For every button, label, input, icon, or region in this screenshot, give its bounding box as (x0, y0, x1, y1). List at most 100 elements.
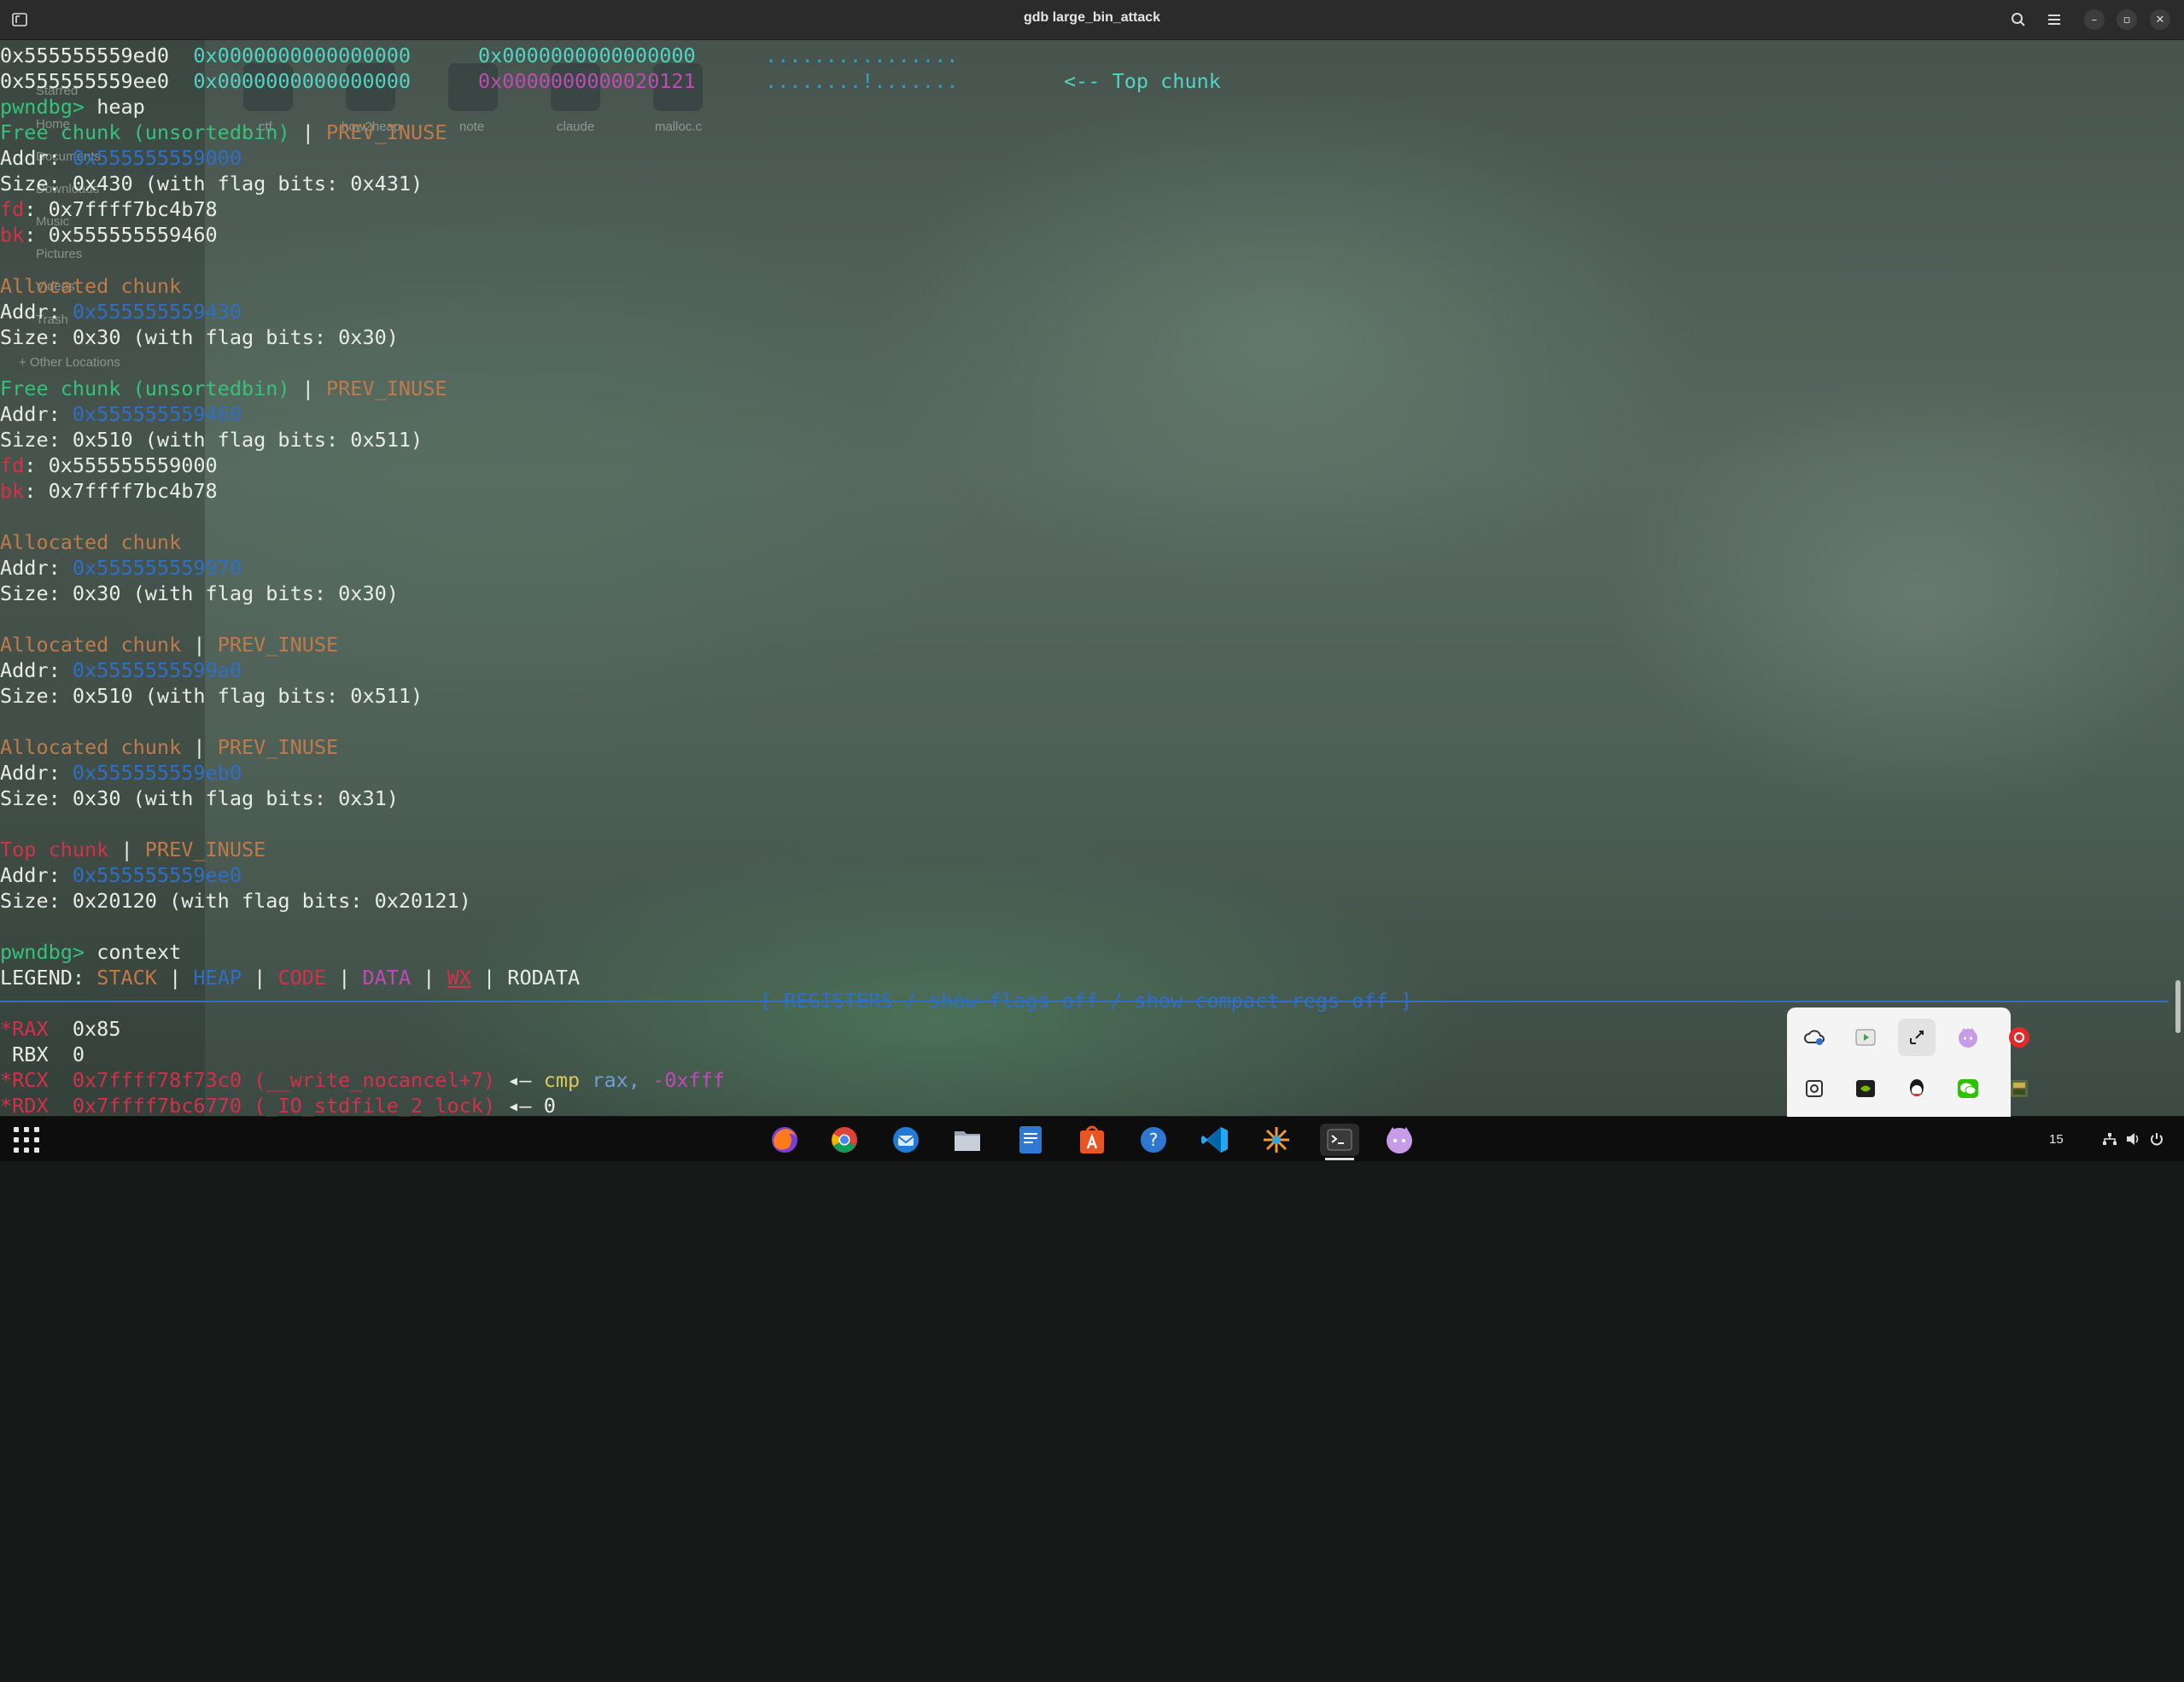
register-name: RBX (0, 1042, 49, 1066)
chunk-header: Allocated chunk (0, 529, 181, 555)
register-operands: rax, (580, 1068, 653, 1092)
svg-text:?: ? (1149, 1130, 1159, 1150)
bk-label: bk (0, 479, 25, 503)
hexdump-ascii: ........!....... (765, 69, 959, 93)
wechat-icon[interactable] (1949, 1070, 1987, 1107)
chunk-header: Free chunk (unsortedbin) | PREV_INUSE (0, 376, 447, 401)
clock-fragment: 15 (2049, 1132, 2064, 1147)
hexdump-address: 0x555555559ed0 (0, 44, 170, 67)
terminal-icon[interactable] (1320, 1124, 1359, 1156)
chunk-kind: Top chunk (0, 838, 109, 861)
nvidia-icon[interactable] (1847, 1070, 1884, 1107)
chunk-header: Free chunk (unsortedbin) | PREV_INUSE (0, 120, 447, 145)
register-value: 0x85 (72, 1017, 121, 1041)
help-icon[interactable]: ? (1137, 1124, 1170, 1156)
chunk-size: 0x20120 (with flag bits: 0x20121) (72, 889, 471, 913)
hexdump-qword: 0x0000000000000000 (193, 44, 412, 67)
prompt-line: pwndbg> context (0, 939, 181, 965)
chunk-addr: 0x5555555599a0 (72, 658, 242, 682)
screenshot-tool-icon[interactable] (1898, 1019, 1936, 1056)
firefox-icon[interactable] (768, 1124, 801, 1156)
hexdump-line: 0x555555559ee0 0x0000000000000000 (0, 68, 411, 94)
close-button[interactable]: ✕ (2150, 9, 2170, 30)
chunk-size-line: Size: 0x20120 (with flag bits: 0x20121) (0, 888, 471, 914)
files-icon[interactable] (951, 1124, 984, 1156)
minimize-button[interactable]: – (2084, 9, 2105, 30)
size-label: Size: (0, 684, 73, 708)
register-symbol: (_IO_stdfile_2_lock) (254, 1094, 496, 1118)
screen-capture-icon[interactable] (1796, 1070, 1833, 1107)
chunk-fd: 0x555555559000 (48, 453, 218, 477)
registers-header: [ REGISTERS / show-flags off / show-comp… (760, 989, 1413, 1013)
network-icon[interactable] (2102, 1132, 2117, 1149)
chunk-header: Allocated chunk | PREV_INUSE (0, 632, 338, 657)
addr-label: Addr: (0, 300, 73, 324)
thunderbird-icon[interactable] (890, 1124, 922, 1156)
media-player-icon[interactable] (1847, 1019, 1884, 1056)
app-store-icon[interactable] (1076, 1124, 1108, 1156)
chunk-size-line: Size: 0x430 (with flag bits: 0x431) (0, 171, 423, 196)
chunk-separator: | (289, 120, 327, 144)
chunk-size: 0x510 (with flag bits: 0x511) (72, 428, 423, 452)
text-editor-icon[interactable] (1014, 1124, 1047, 1156)
register-name: *RCX (0, 1068, 49, 1092)
chunk-addr: 0x555555559430 (72, 300, 242, 324)
app-grid-icon[interactable] (14, 1127, 39, 1153)
search-icon[interactable] (2006, 8, 2030, 32)
chunk-fd-line: fd: 0x555555559000 (0, 453, 218, 477)
chunk-addr-line: Addr: 0x555555559430 (0, 299, 242, 324)
maximize-button[interactable]: ▫ (2117, 9, 2137, 30)
register-arrow: ◂— (507, 1068, 544, 1092)
chunk-addr-line: Addr: 0x555555559ee0 (0, 862, 242, 888)
cloud-sync-icon[interactable] (1796, 1019, 1833, 1056)
monitor-tool-icon[interactable] (2000, 1070, 2038, 1107)
hamburger-menu-icon[interactable] (2042, 8, 2066, 32)
register-operands: 0 (543, 1094, 556, 1118)
chunk-size: 0x30 (with flag bits: 0x30) (72, 325, 399, 349)
chunk-size: 0x30 (with flag bits: 0x30) (72, 581, 399, 605)
register-name: *RDX (0, 1094, 49, 1118)
chunk-bk-line: bk: 0x555555559460 (0, 223, 218, 247)
chunk-addr-line: Addr: 0x555555559460 (0, 401, 242, 427)
chunk-flag: PREV_INUSE (217, 735, 339, 759)
chunk-addr-line: Addr: 0x5555555599a0 (0, 657, 242, 683)
pwndbg-prompt: pwndbg> (0, 95, 85, 119)
terminal-output[interactable]: 0x555555559ed0 0x0000000000000000 0x0000… (0, 43, 2184, 1682)
size-label: Size: (0, 786, 73, 810)
bk-label: bk (0, 223, 25, 247)
netease-music-icon[interactable] (2000, 1019, 2038, 1056)
top-chunk-annotation: <-- Top chunk (1064, 69, 1221, 93)
chunk-kind: Free chunk (unsortedbin) (0, 120, 290, 144)
chunk-separator: | (108, 838, 145, 861)
chunk-bk: 0x555555559460 (48, 223, 218, 247)
power-icon[interactable] (2150, 1132, 2164, 1149)
chunk-separator: | (181, 735, 218, 759)
legend-wx: WX (447, 966, 471, 990)
legend-stack: STACK (96, 966, 157, 990)
chunk-size-line: Size: 0x30 (with flag bits: 0x30) (0, 581, 399, 606)
chunk-size-line: Size: 0x510 (with flag bits: 0x511) (0, 427, 423, 453)
chunk-separator: | (181, 633, 218, 657)
hexdump-line: 0x555555559ed0 0x0000000000000000 (0, 43, 411, 68)
size-label: Size: (0, 889, 73, 913)
volume-icon[interactable] (2126, 1132, 2141, 1149)
register-line: *RCX 0x7ffff78f73c0 (__write_nocancel+7)… (0, 1067, 725, 1093)
register-instruction: cmp (543, 1068, 581, 1092)
chrome-icon[interactable] (828, 1124, 861, 1156)
chunk-addr: 0x555555559970 (72, 556, 242, 580)
chunk-size: 0x30 (with flag bits: 0x31) (72, 786, 399, 810)
cat-tray-icon[interactable] (1949, 1019, 1987, 1056)
qq-icon[interactable] (1898, 1070, 1936, 1107)
terminal-title-bar[interactable]: gdb large_bin_attack – ▫ ✕ (0, 0, 2184, 40)
chunk-fd-line: fd: 0x7ffff7bc4b78 (0, 197, 218, 221)
legend-code: CODE (277, 966, 327, 990)
chunk-separator: | (289, 377, 327, 400)
size-label: Size: (0, 428, 73, 452)
settings-sun-icon[interactable] (1260, 1124, 1293, 1156)
cat-app-icon[interactable] (1383, 1124, 1416, 1156)
command-text: heap (96, 95, 145, 119)
chunk-flag: PREV_INUSE (144, 838, 266, 861)
vscode-icon[interactable] (1199, 1124, 1231, 1156)
register-line: *RDX 0x7ffff7bc6770 (_IO_stdfile_2_lock)… (0, 1093, 556, 1118)
terminal-scrollbar[interactable] (2175, 980, 2181, 1033)
